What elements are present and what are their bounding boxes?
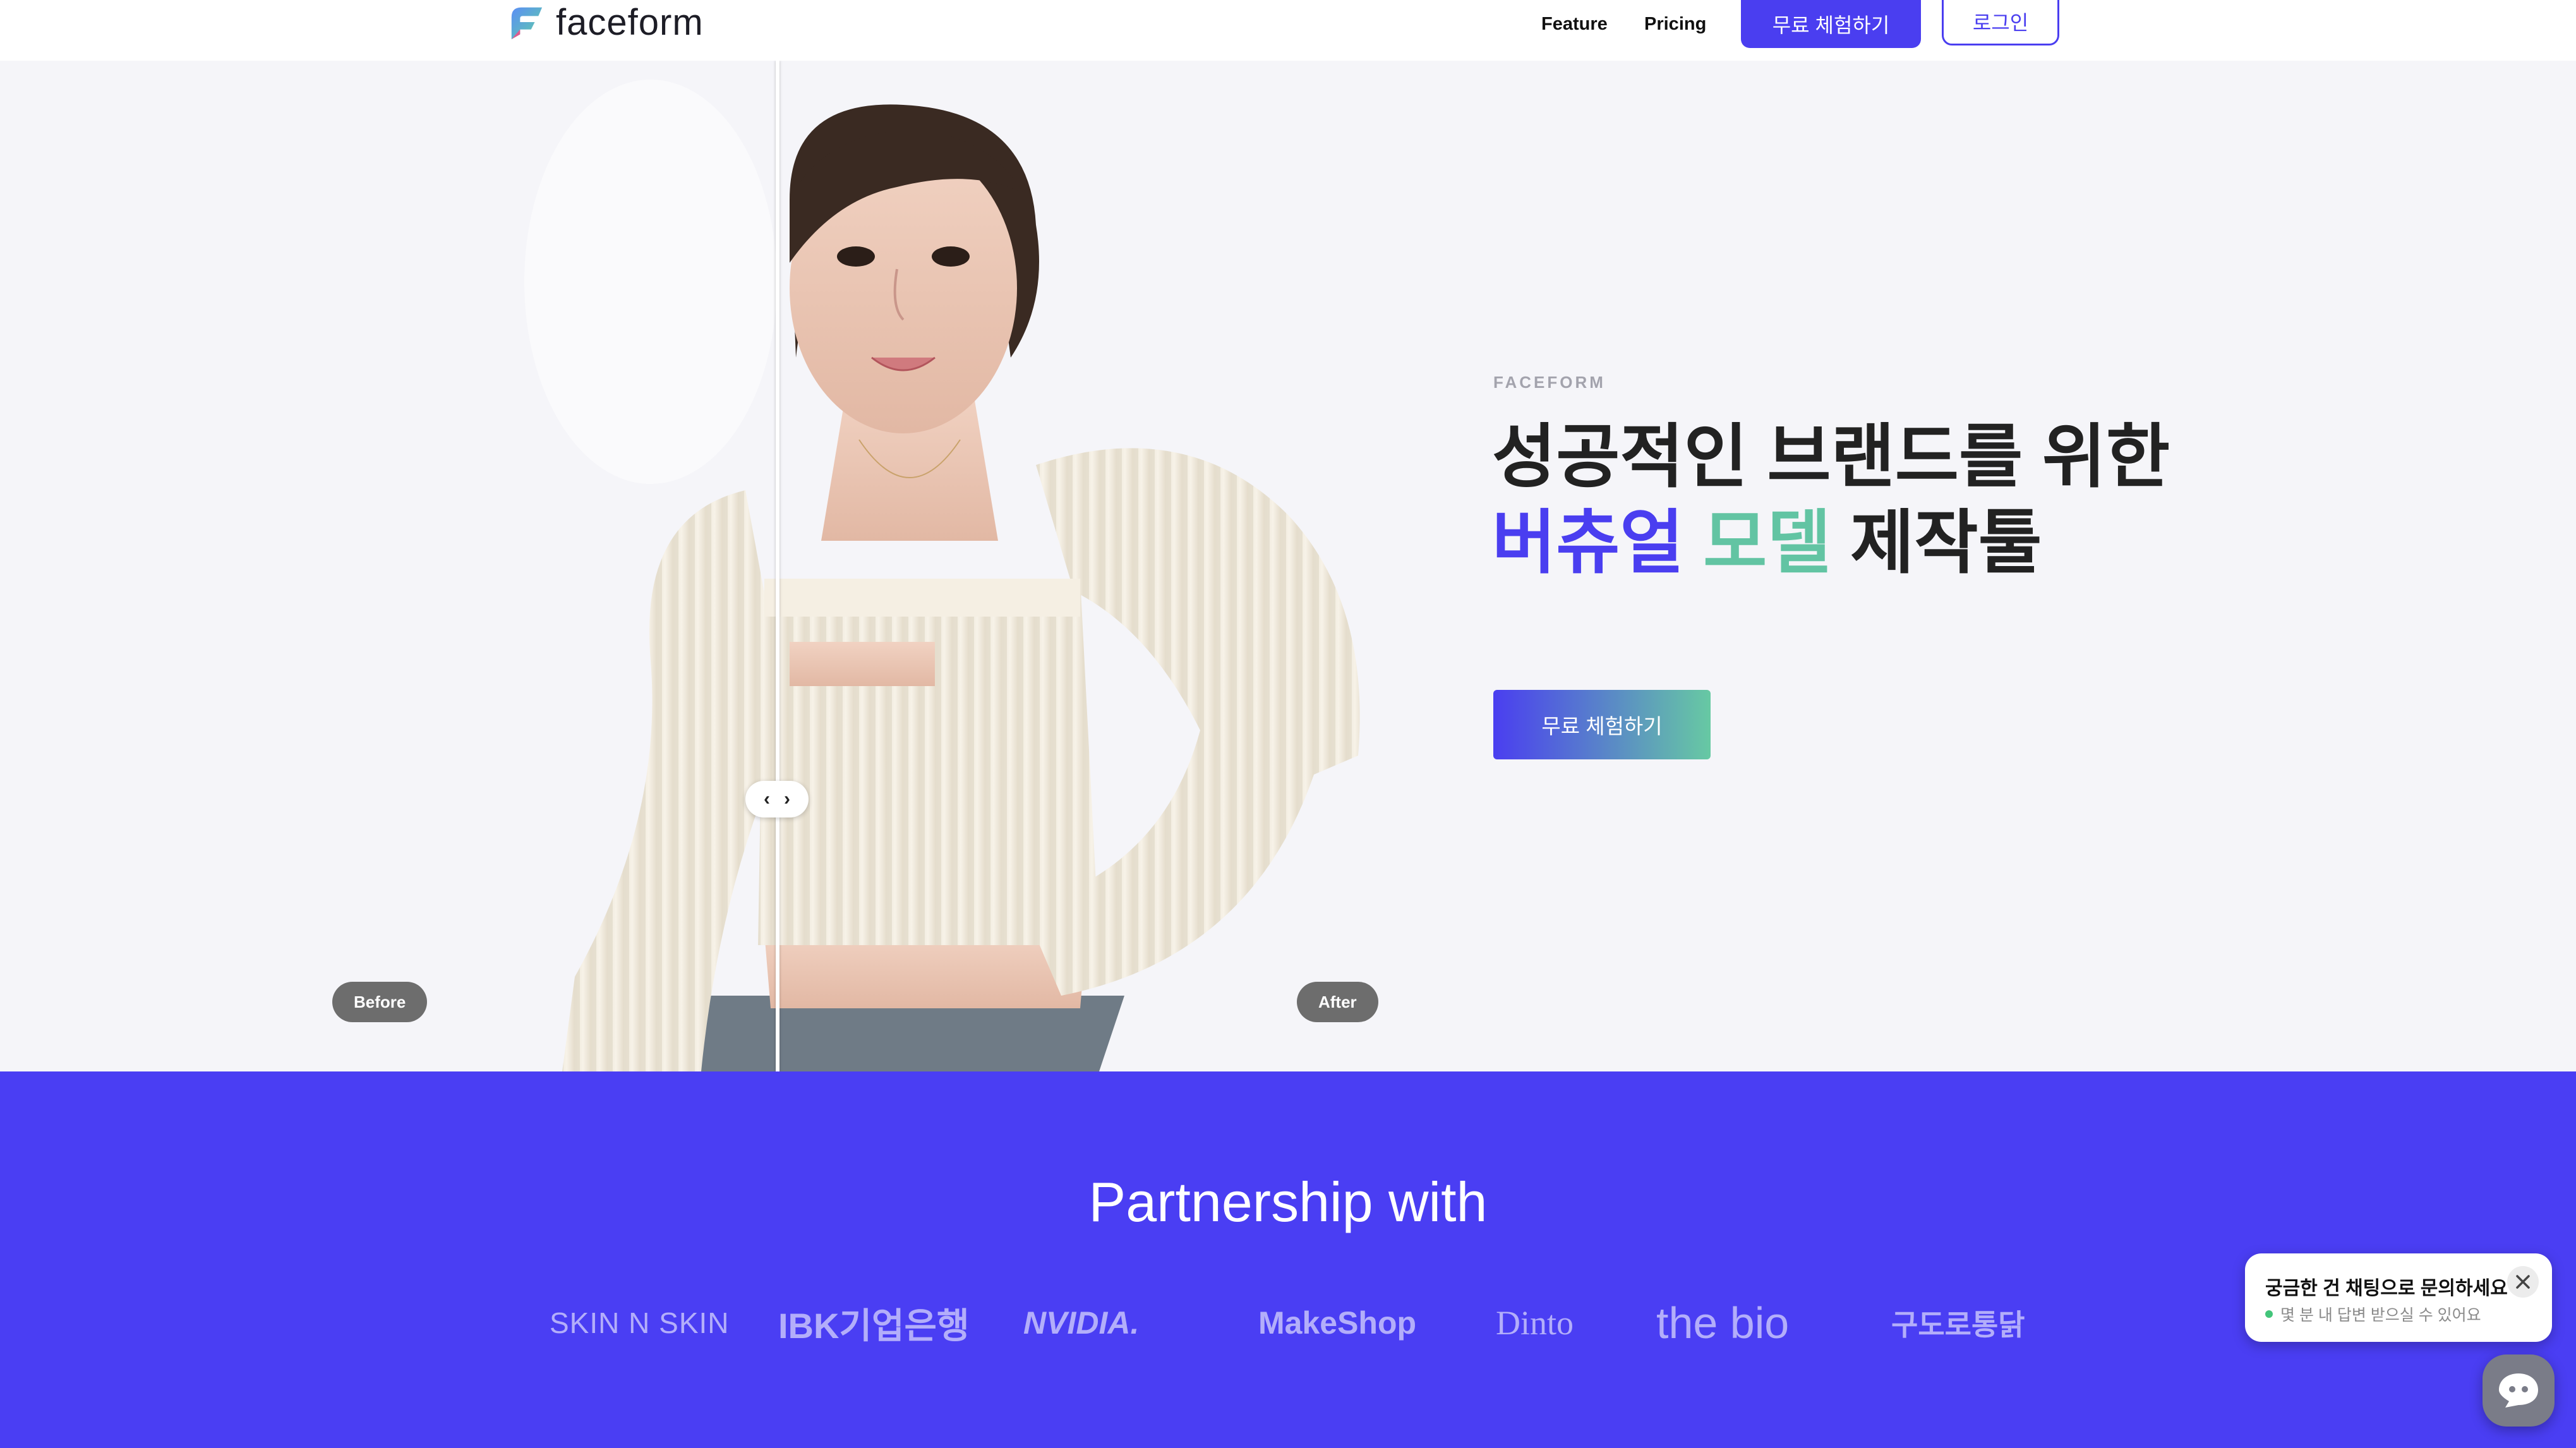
partner-logo-ibk: IBK기업은행 — [778, 1305, 970, 1346]
partner-logo-dinto: Dinto — [1496, 1304, 1574, 1342]
hero-section: ‹ › Before After FACEFORM 성공적인 브랜드를 위한 버… — [0, 61, 2576, 1071]
partner-logo-row: SKIN N SKIN IBK기업은행 NVIDIA. MakeShop Din… — [543, 1291, 2028, 1354]
online-status-dot-icon — [2265, 1310, 2273, 1318]
comparison-slider-handle[interactable]: ‹ › — [745, 781, 809, 818]
headline-word-virtual: 버츄얼 — [1492, 504, 1684, 582]
headline-line-1: 성공적인 브랜드를 위한 — [1492, 418, 2170, 496]
partnership-title: Partnership with — [1088, 1171, 1488, 1233]
close-icon[interactable] — [2507, 1266, 2539, 1298]
partner-logo-nvidia: NVIDIA. — [1023, 1305, 1140, 1341]
headline-word-tool: 제작툴 — [1850, 504, 2042, 582]
partner-logo-skinnskin: SKIN N SKIN — [550, 1306, 730, 1339]
chevron-left-icon: ‹ — [764, 788, 770, 809]
model-photo-illustration — [524, 80, 1360, 1071]
after-label: After — [1297, 982, 1378, 1022]
login-button[interactable]: 로그인 — [1942, 0, 2059, 45]
chat-launcher-button[interactable] — [2483, 1354, 2555, 1427]
headline-word-model: 모델 — [1703, 504, 1831, 582]
nav-feature[interactable]: Feature — [1541, 0, 1608, 48]
chat-popup-subtitle-text: 몇 분 내 답변 받으실 수 있어요 — [2280, 1306, 2481, 1324]
nav-pricing[interactable]: Pricing — [1644, 0, 1706, 48]
partner-logo-makeshop: MakeShop — [1258, 1305, 1417, 1341]
top-nav-bar: faceform Feature Pricing 무료 체험하기 로그인 — [0, 0, 2576, 61]
before-after-comparison[interactable]: ‹ › — [493, 61, 1447, 1071]
partner-logo-gudoro: 구도로통닭 — [1891, 1308, 2025, 1341]
chat-bubble-icon — [2499, 1373, 2538, 1408]
headline-line-2: 버츄얼 모델 제작툴 — [1492, 500, 2170, 586]
before-label: Before — [332, 982, 428, 1022]
chat-popup-subtitle: 몇 분 내 답변 받으실 수 있어요 — [2265, 1303, 2481, 1325]
free-trial-button-header[interactable]: 무료 체험하기 — [1741, 0, 1921, 48]
partner-logo-thebio: the bio — [1656, 1298, 1790, 1348]
free-trial-button-hero[interactable]: 무료 체험하기 — [1493, 690, 1711, 759]
hero-eyebrow: FACEFORM — [1493, 373, 1606, 392]
faceform-logo-icon — [511, 7, 543, 40]
nav-pricing-label: Pricing — [1644, 13, 1707, 34]
chat-popup-title: 궁금한 건 채팅으로 문의하세요 — [2265, 1278, 2508, 1299]
hero-headline: 성공적인 브랜드를 위한 버츄얼 모델 제작툴 — [1492, 414, 2170, 586]
partnership-section: Partnership with SKIN N SKIN IBK기업은행 NVI… — [0, 1071, 2576, 1448]
brand-name: faceform — [556, 1, 704, 43]
comparison-divider[interactable] — [776, 61, 779, 1071]
brand-logo[interactable]: faceform — [508, 0, 704, 44]
chevron-right-icon: › — [784, 788, 790, 809]
chat-popup[interactable]: 궁금한 건 채팅으로 문의하세요 몇 분 내 답변 받으실 수 있어요 — [2245, 1253, 2552, 1342]
nav-feature-label: Feature — [1541, 13, 1608, 34]
